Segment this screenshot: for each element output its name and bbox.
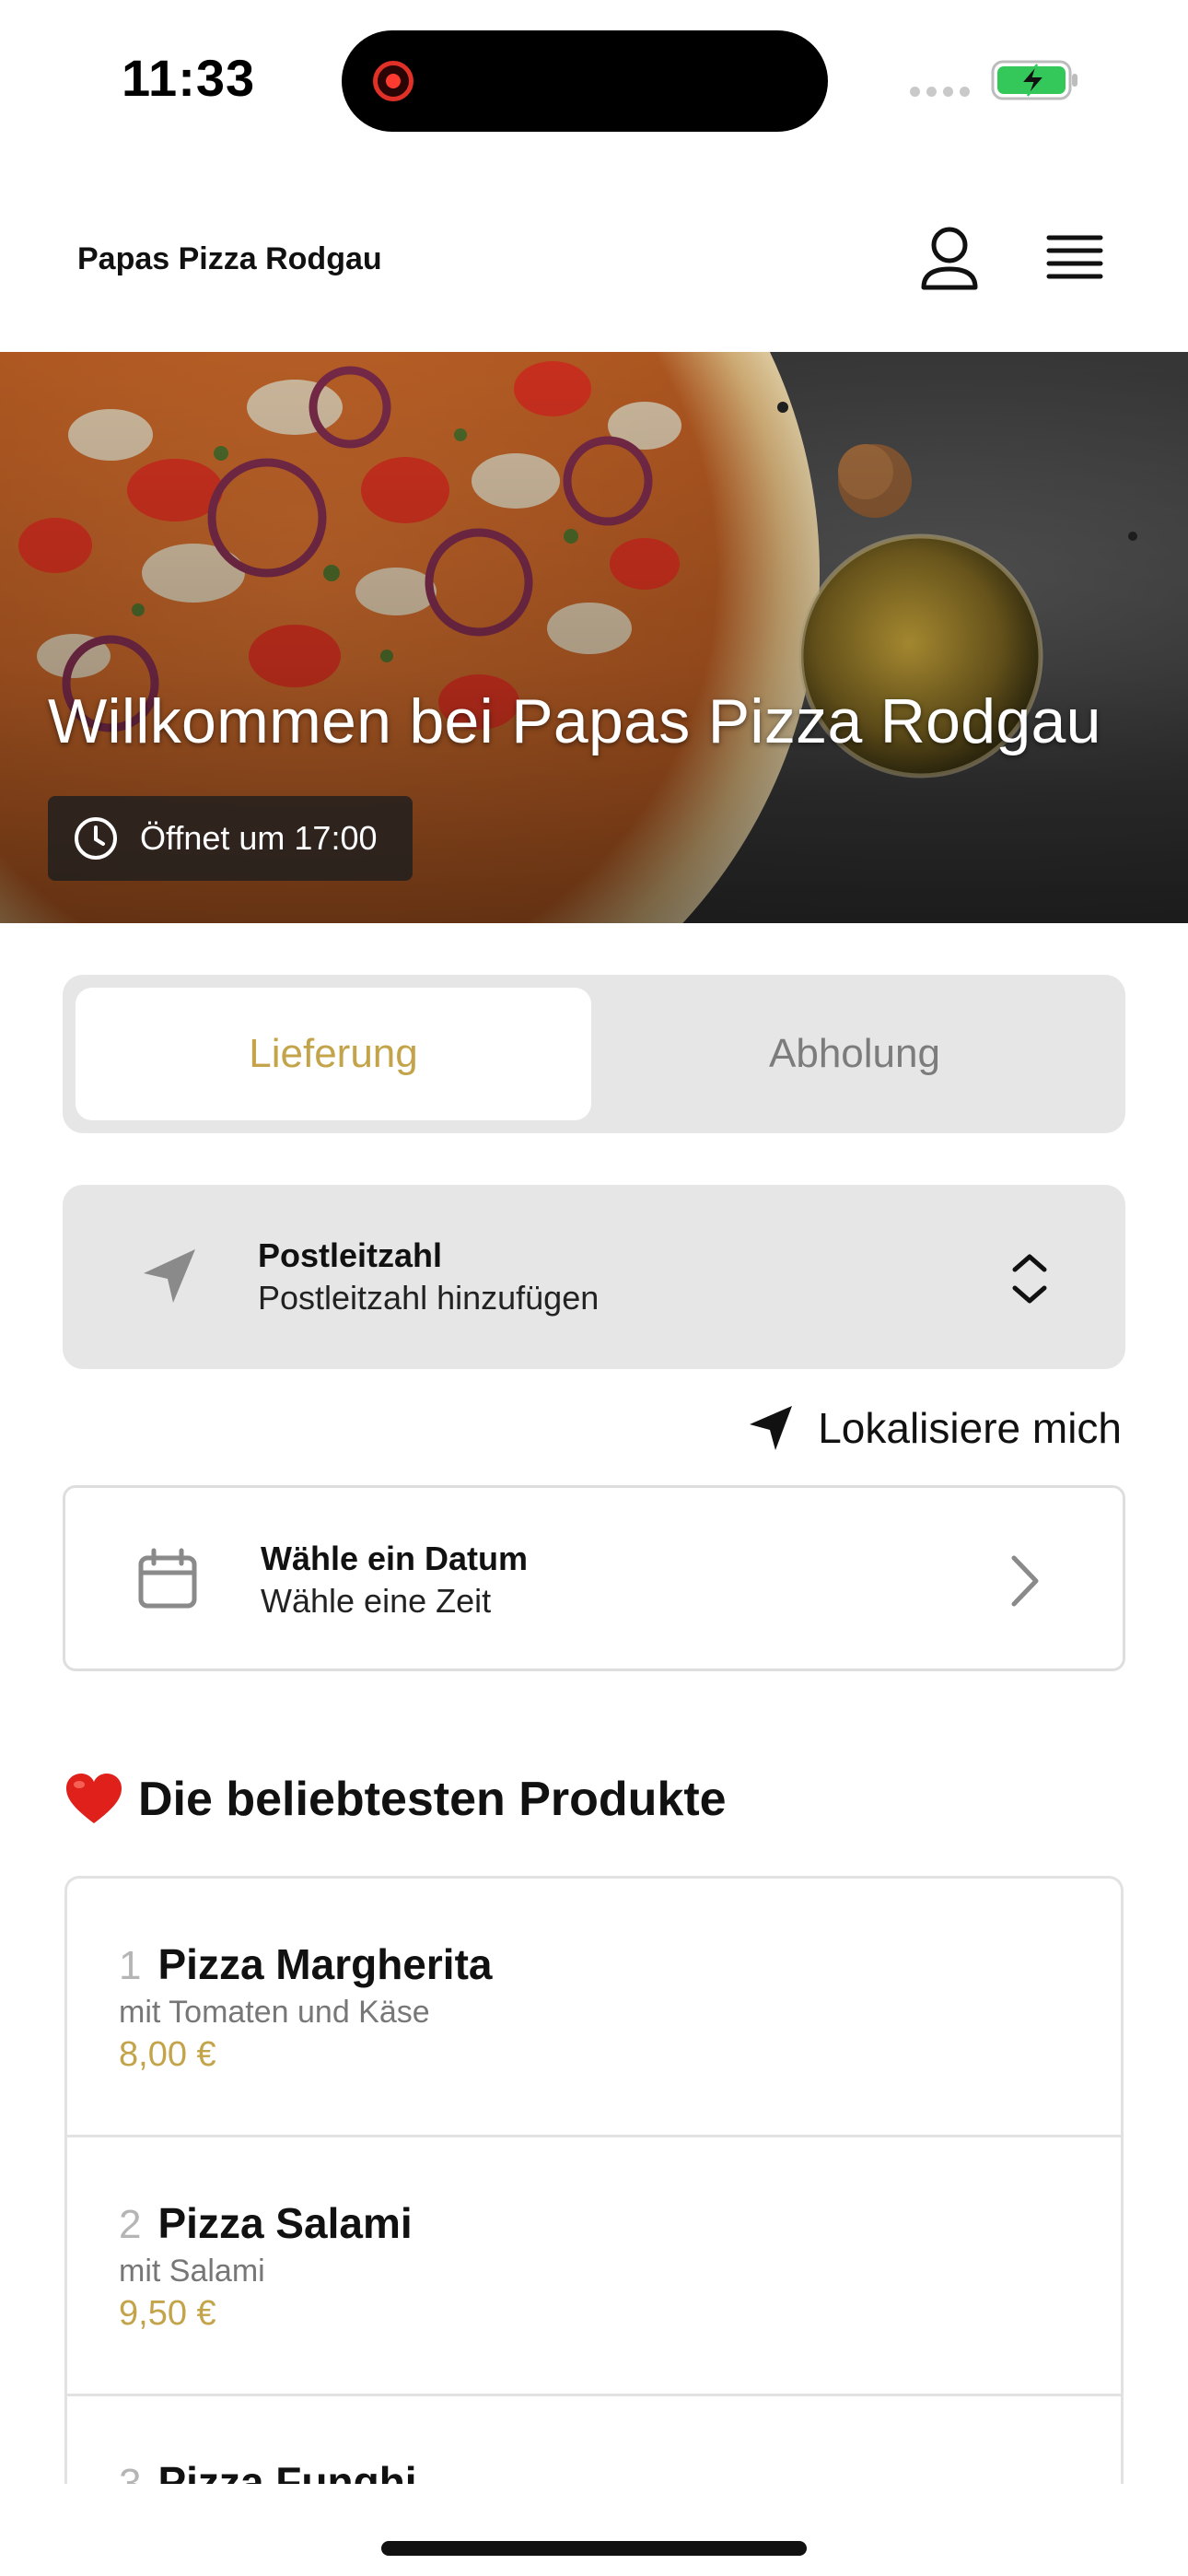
product-item[interactable]: 1 Pizza Margherita mit Tomaten und Käse …	[67, 1879, 1121, 2137]
tab-pickup[interactable]: Abholung	[597, 988, 1112, 1120]
opening-hours-badge: Öffnet um 17:00	[48, 796, 413, 881]
order-mode-toggle: Lieferung Abholung	[63, 975, 1125, 1133]
postal-code-selector[interactable]: Postleitzahl Postleitzahl hinzufügen	[63, 1185, 1125, 1369]
hero-title: Willkommen bei Papas Pizza Rodgau	[48, 686, 1101, 756]
product-price: 9,50 €	[119, 2294, 216, 2333]
product-rank: 2	[119, 2202, 142, 2247]
popular-products-heading: Die beliebtesten Produkte	[64, 1767, 727, 1832]
product-rank: 1	[119, 1943, 142, 1988]
product-rank: 3	[119, 2461, 142, 2484]
dynamic-island	[342, 30, 828, 132]
product-description: mit Salami	[119, 2254, 265, 2289]
opening-hours-text: Öffnet um 17:00	[140, 819, 378, 857]
date-label: Wähle ein Datum	[261, 1540, 529, 1577]
date-time-picker[interactable]: Wähle ein Datum Wähle eine Zeit	[63, 1485, 1125, 1671]
hamburger-menu-icon[interactable]	[1037, 221, 1112, 297]
user-icon[interactable]	[912, 221, 987, 297]
hero-banner: Willkommen bei Papas Pizza Rodgau Öffnet…	[0, 352, 1188, 923]
battery-charging-icon	[991, 60, 1077, 100]
brand-name[interactable]: Papas Pizza Rodgau	[77, 241, 382, 277]
red-heart-icon	[66, 1774, 122, 1823]
product-description: mit Tomaten und Käse	[119, 1995, 430, 2030]
product-item[interactable]: 2 Pizza Salami mit Salami 9,50 €	[67, 2137, 1121, 2396]
product-price: 8,00 €	[119, 2035, 216, 2074]
product-name: Pizza Salami	[157, 2199, 413, 2247]
location-arrow-icon	[144, 1249, 195, 1303]
postal-code-label: Postleitzahl	[258, 1236, 443, 1274]
clock-icon	[75, 817, 117, 860]
product-name: Pizza Margherita	[157, 1940, 493, 1988]
time-label: Wähle eine Zeit	[261, 1582, 492, 1620]
navigation-arrow-icon	[750, 1406, 793, 1450]
calendar-icon	[138, 1548, 197, 1609]
screen-recording-icon	[373, 61, 413, 101]
section-title: Die beliebtesten Produkte	[138, 1773, 727, 1826]
chevron-right-icon	[1011, 1555, 1039, 1607]
product-item[interactable]: 3 Pizza Funghi	[67, 2396, 1121, 2484]
cellular-signal-icon	[910, 87, 971, 98]
app-screen: 11:33 Papas Pizza Rodgau Willkommen bei …	[0, 0, 1188, 2576]
locate-me-button[interactable]: Lokalisiere mich	[746, 1399, 1122, 1458]
postal-code-placeholder: Postleitzahl hinzufügen	[258, 1279, 600, 1317]
chevron-up-down-icon	[1012, 1254, 1047, 1304]
tab-delivery[interactable]: Lieferung	[76, 988, 591, 1120]
popular-products-list: 1 Pizza Margherita mit Tomaten und Käse …	[64, 1876, 1124, 2484]
home-indicator[interactable]	[381, 2541, 807, 2556]
product-name: Pizza Funghi	[157, 2458, 417, 2484]
locate-me-label: Lokalisiere mich	[818, 1404, 1122, 1452]
status-time: 11:33	[122, 49, 256, 107]
